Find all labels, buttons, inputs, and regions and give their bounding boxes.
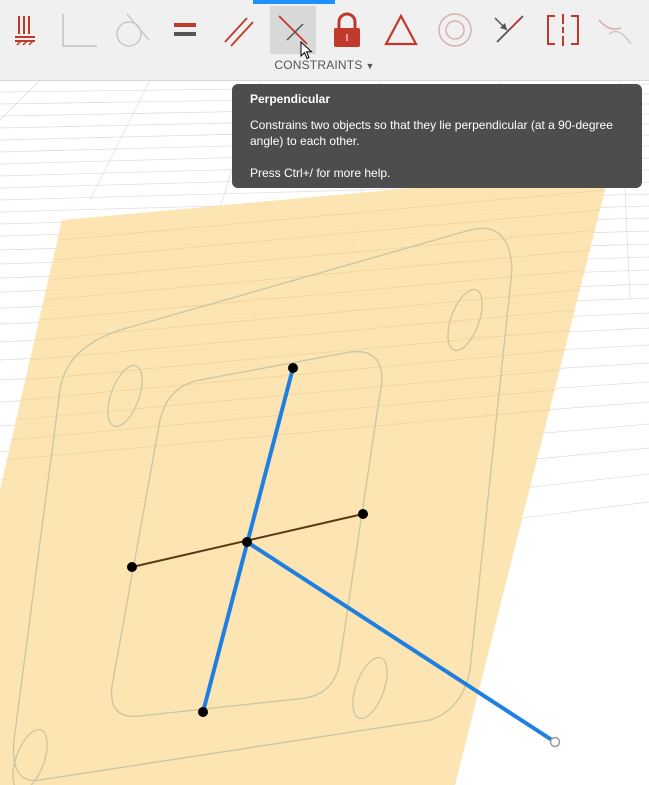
curvature-tool[interactable] [592, 6, 638, 54]
coincident-tool[interactable] [56, 6, 102, 54]
coincident-icon [62, 14, 97, 47]
equal-icon [174, 23, 196, 36]
sketch-point[interactable] [127, 562, 137, 572]
equal-tool[interactable] [162, 6, 208, 54]
sketch-point[interactable] [288, 363, 298, 373]
horizontal-vertical-tool[interactable] [324, 6, 370, 54]
tooltip-help: Press Ctrl+/ for more help. [250, 166, 391, 180]
tooltip-title: Perpendicular [250, 92, 331, 106]
tangent-icon [116, 13, 150, 47]
sketch-point[interactable] [242, 537, 252, 547]
lock-icon [334, 12, 360, 47]
collinear-icon [494, 15, 524, 43]
mouse-cursor-icon [300, 41, 313, 60]
perpendicular-tooltip: Perpendicular Constrains two objects so … [232, 84, 642, 188]
constraints-group-text: CONSTRAINTS [274, 58, 363, 72]
sketch-point[interactable] [198, 707, 208, 717]
constraints-group-label[interactable]: CONSTRAINTS ▼ [0, 58, 649, 72]
concentric-icon [438, 13, 472, 47]
open-point[interactable] [549, 736, 561, 748]
symmetry-tool[interactable] [540, 6, 586, 54]
midpoint-tool[interactable] [378, 6, 424, 54]
fix-unfix-icon [15, 16, 35, 46]
sketch-plane[interactable] [0, 170, 610, 785]
parallel-tool[interactable] [216, 6, 262, 54]
fix-unfix-tool[interactable] [2, 6, 48, 54]
triangle-icon [384, 13, 418, 46]
collinear-tool[interactable] [486, 6, 532, 54]
tooltip-description: Constrains two objects so that they lie … [250, 118, 613, 148]
sketch-point[interactable] [358, 509, 368, 519]
constraints-toolbar: CONSTRAINTS ▼ [0, 0, 649, 81]
active-tool-indicator [253, 0, 335, 4]
symmetry-icon [547, 14, 579, 46]
parallel-icon [224, 17, 254, 47]
curvature-icon [598, 19, 632, 45]
dropdown-caret-icon: ▼ [365, 61, 375, 71]
concentric-tool[interactable] [432, 6, 478, 54]
tangent-tool[interactable] [108, 6, 154, 54]
